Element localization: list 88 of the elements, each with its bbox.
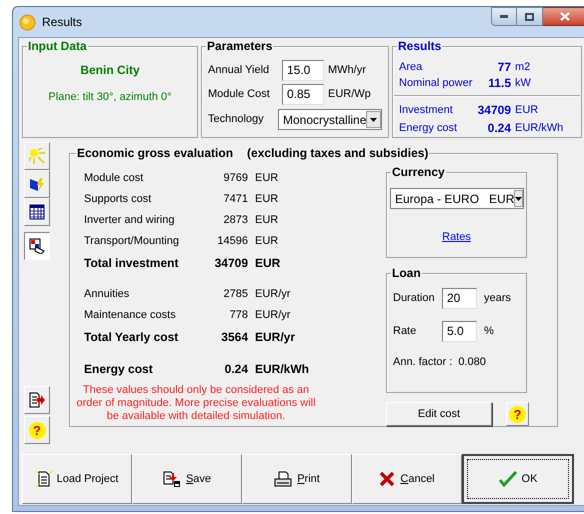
cost-unit: EUR	[255, 234, 278, 250]
printer-icon	[274, 471, 292, 487]
sun-icon	[29, 148, 45, 164]
field-label: Annual Yield	[208, 63, 270, 78]
minimize-button[interactable]	[491, 7, 517, 26]
cost-unit: EUR	[255, 254, 280, 272]
cost-label: Total investment	[84, 254, 180, 272]
checkmark-icon	[498, 471, 517, 487]
unit-label: %	[484, 324, 494, 340]
export-button[interactable]	[24, 386, 50, 414]
cost-value: 14596	[216, 234, 248, 250]
caret-icon	[366, 111, 381, 128]
cost-value: 34709	[214, 254, 248, 272]
result-value: 11.5	[487, 75, 511, 92]
cost-value: 0.24	[224, 360, 248, 378]
window-title: Results	[42, 14, 82, 31]
location-name: Benin City	[80, 62, 140, 79]
maximize-button[interactable]	[517, 7, 543, 26]
cost-label: Module cost	[84, 171, 144, 186]
field-label: Duration	[393, 291, 436, 306]
action-button[interactable]: Print	[242, 454, 352, 504]
cost-value: 3564	[220, 328, 248, 346]
cost-label: Transport/Mounting	[84, 234, 180, 250]
help-button[interactable]: ?	[506, 402, 529, 426]
annuity-factor-value: 0.080	[458, 355, 486, 370]
cost-label: Total Yearly cost	[84, 328, 180, 346]
dropdown[interactable]: Monocrystalline	[278, 109, 382, 130]
unit-label: years	[484, 291, 511, 306]
cost-unit: EUR/yr	[255, 308, 290, 324]
document-icon	[36, 471, 52, 487]
table-icon	[29, 204, 45, 220]
cost-unit: EUR/yr	[255, 287, 290, 302]
result-unit: EUR	[515, 102, 538, 118]
export-icon	[29, 392, 45, 408]
action-button[interactable]: Load Project	[22, 454, 132, 504]
unit-label: EUR/Wp	[328, 87, 371, 102]
result-value: 77	[496, 59, 511, 76]
caret-icon	[514, 190, 524, 207]
cost-value: 778	[228, 308, 248, 324]
cost-value: 2873	[222, 213, 248, 228]
group-title: Economic gross evaluation (excluding taxes and subsidies)	[76, 145, 430, 161]
cost-label: Supports cost	[84, 192, 152, 208]
action-button[interactable]: Cancel	[352, 454, 462, 504]
action-button[interactable]: OK	[462, 454, 574, 504]
close-button[interactable]	[543, 7, 584, 26]
result-unit: m2	[515, 60, 530, 75]
disclaimer-note: These values should only be considered as an order of magnitude. More precise evaluations will be available with detailed simulation.	[76, 384, 316, 423]
field-label: Technology	[208, 112, 265, 128]
result-label: Investment	[399, 102, 454, 118]
input-field[interactable]: 20	[442, 288, 477, 309]
input-field[interactable]: 0.85	[282, 84, 324, 105]
result-value: 0.24	[486, 120, 511, 137]
action-button[interactable]: Save	[132, 454, 242, 504]
result-unit: kW	[515, 76, 531, 91]
cost-label: Annuities	[84, 287, 130, 302]
help-button[interactable]: ?	[24, 416, 50, 444]
rates-link[interactable]: Rates	[442, 231, 471, 243]
cost-label: Energy cost	[84, 360, 154, 378]
cost-unit: EUR/yr	[255, 328, 296, 346]
plane-orientation: Plane: tilt 30°, azimuth 0°	[48, 90, 172, 105]
result-label: Nominal power	[399, 76, 474, 91]
result-label: Energy cost	[399, 120, 458, 136]
input-field[interactable]: 15.0	[282, 60, 324, 81]
toolbar-button[interactable]	[24, 232, 50, 260]
edit-cost-button[interactable]: Edit cost	[386, 402, 492, 426]
unit-label: MWh/yr	[328, 63, 366, 78]
dropdown[interactable]: Europa - EURO EUR	[390, 188, 524, 209]
result-value: 34709	[476, 102, 511, 119]
cost-unit: EUR	[255, 213, 278, 228]
cost-unit: EUR	[255, 171, 278, 186]
annuity-factor-label: Ann. factor :	[393, 355, 452, 370]
cost-unit: EUR	[255, 192, 278, 208]
close-icon	[379, 471, 396, 487]
cost-unit: EUR/kWh	[255, 360, 309, 378]
field-label: Module Cost	[208, 87, 271, 102]
field-label: Rate	[393, 324, 418, 340]
cost-value: 7471	[222, 192, 248, 208]
input-field[interactable]: 5.0	[442, 321, 477, 342]
cost-label: Maintenance costs	[84, 308, 177, 324]
cost-value: 2785	[222, 287, 248, 302]
cost-value: 9769	[222, 171, 248, 186]
result-unit: EUR/kWh	[515, 120, 564, 136]
result-label: Area	[399, 60, 424, 75]
solar-panel-icon	[29, 176, 45, 192]
cost-label: Inverter and wiring	[84, 213, 176, 228]
save-icon	[162, 471, 181, 487]
sun-icon	[19, 14, 36, 30]
close-icon	[560, 12, 570, 21]
